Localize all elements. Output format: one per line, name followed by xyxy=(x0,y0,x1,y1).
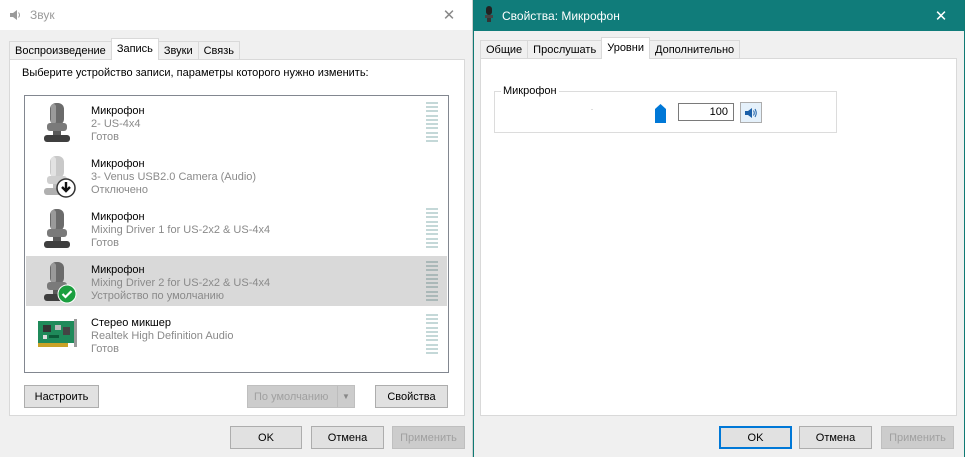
list-item-device[interactable]: Микрофон Mixing Driver 1 for US-2x2 & US… xyxy=(26,203,447,253)
speaker-mute-icon[interactable] xyxy=(740,102,762,123)
levels-panel: Микрофон 100 xyxy=(480,58,957,416)
tab-recording[interactable]: Запись xyxy=(110,38,159,60)
microphone-default-icon xyxy=(35,260,79,304)
level-meter xyxy=(426,102,438,142)
level-meter xyxy=(426,261,438,301)
sound-dialog: Звук ✕ Воспроизведение Запись Звуки Связ… xyxy=(0,0,473,457)
properties-tabs: Общие Прослушать Уровни Дополнительно xyxy=(480,37,741,59)
tab-sounds[interactable]: Звуки xyxy=(157,41,199,60)
device-name: Микрофон xyxy=(91,211,145,223)
sound-card-icon xyxy=(35,313,79,357)
properties-button[interactable]: Свойства xyxy=(375,385,448,408)
apply-button[interactable]: Применить xyxy=(392,426,465,449)
recording-panel: Выберите устройство записи, параметры ко… xyxy=(9,59,465,416)
device-status: Отключено xyxy=(91,184,148,196)
device-status: Устройство по умолчанию xyxy=(91,290,225,302)
chevron-down-icon[interactable]: ▼ xyxy=(337,386,354,407)
volume-slider-thumb[interactable] xyxy=(655,104,666,123)
volume-slider-track[interactable] xyxy=(516,107,666,110)
set-default-button[interactable]: По умолчанию ▼ xyxy=(247,385,355,408)
tab-playback[interactable]: Воспроизведение xyxy=(9,41,112,60)
list-item-device-selected[interactable]: Микрофон Mixing Driver 2 for US-2x2 & US… xyxy=(26,256,447,306)
tab-levels[interactable]: Уровни xyxy=(601,37,650,59)
device-status: Готов xyxy=(91,237,119,249)
ok-button[interactable]: OK xyxy=(230,426,302,449)
cancel-button[interactable]: Отмена xyxy=(311,426,384,449)
microphone-icon xyxy=(35,101,79,145)
list-item-device[interactable]: Микрофон 3- Venus USB2.0 Camera (Audio) … xyxy=(26,150,447,200)
device-name: Стерео микшер xyxy=(91,317,171,329)
microphone-icon xyxy=(35,207,79,251)
tab-communications[interactable]: Связь xyxy=(197,41,241,60)
sound-dialog-titlebar[interactable]: Звук ✕ xyxy=(0,0,472,30)
speaker-app-icon xyxy=(8,8,22,22)
mic-properties-titlebar[interactable]: Свойства: Микрофон ✕ xyxy=(474,0,964,31)
device-status: Готов xyxy=(91,343,119,355)
device-description: Mixing Driver 2 for US-2x2 & US-4x4 xyxy=(91,277,271,289)
device-name: Микрофон xyxy=(91,105,145,117)
microphone-level-label: Микрофон xyxy=(501,85,559,97)
device-description: Realtek High Definition Audio xyxy=(91,330,234,342)
sound-tabs: Воспроизведение Запись Звуки Связь xyxy=(9,38,241,60)
tab-listen[interactable]: Прослушать xyxy=(527,40,603,59)
apply-button[interactable]: Применить xyxy=(881,426,954,449)
device-description: 2- US-4x4 xyxy=(91,118,141,130)
mic-properties-title: Свойства: Микрофон xyxy=(502,8,620,23)
level-meter xyxy=(426,314,438,354)
device-description: Mixing Driver 1 for US-2x2 & US-4x4 xyxy=(91,224,271,236)
tab-advanced[interactable]: Дополнительно xyxy=(649,40,741,59)
level-meter xyxy=(426,208,438,248)
mic-properties-dialog: Свойства: Микрофон ✕ Общие Прослушать Ур… xyxy=(473,0,965,457)
set-default-label: По умолчанию xyxy=(254,390,329,403)
instruction-text: Выберите устройство записи, параметры ко… xyxy=(22,67,369,79)
list-item-device[interactable]: Стерео микшер Realtek High Definition Au… xyxy=(26,309,447,359)
cancel-button[interactable]: Отмена xyxy=(799,426,872,449)
close-icon[interactable]: ✕ xyxy=(426,0,472,30)
device-name: Микрофон xyxy=(91,264,145,276)
configure-button[interactable]: Настроить xyxy=(24,385,99,408)
sound-dialog-title: Звук xyxy=(30,8,55,22)
close-icon[interactable]: ✕ xyxy=(918,0,964,31)
device-name: Микрофон xyxy=(91,158,145,170)
microphone-disabled-icon xyxy=(35,154,79,198)
ok-button[interactable]: OK xyxy=(719,426,792,449)
list-item-device[interactable]: Микрофон 2- US-4x4 Готов xyxy=(26,97,447,147)
tab-general[interactable]: Общие xyxy=(480,40,529,59)
device-list[interactable]: Микрофон 2- US-4x4 Готов Микрофон 3- Ven… xyxy=(24,95,449,373)
microphone-app-icon xyxy=(484,6,494,25)
device-status: Готов xyxy=(91,131,119,143)
device-description: 3- Venus USB2.0 Camera (Audio) xyxy=(91,171,257,183)
volume-value-field[interactable]: 100 xyxy=(678,103,734,121)
